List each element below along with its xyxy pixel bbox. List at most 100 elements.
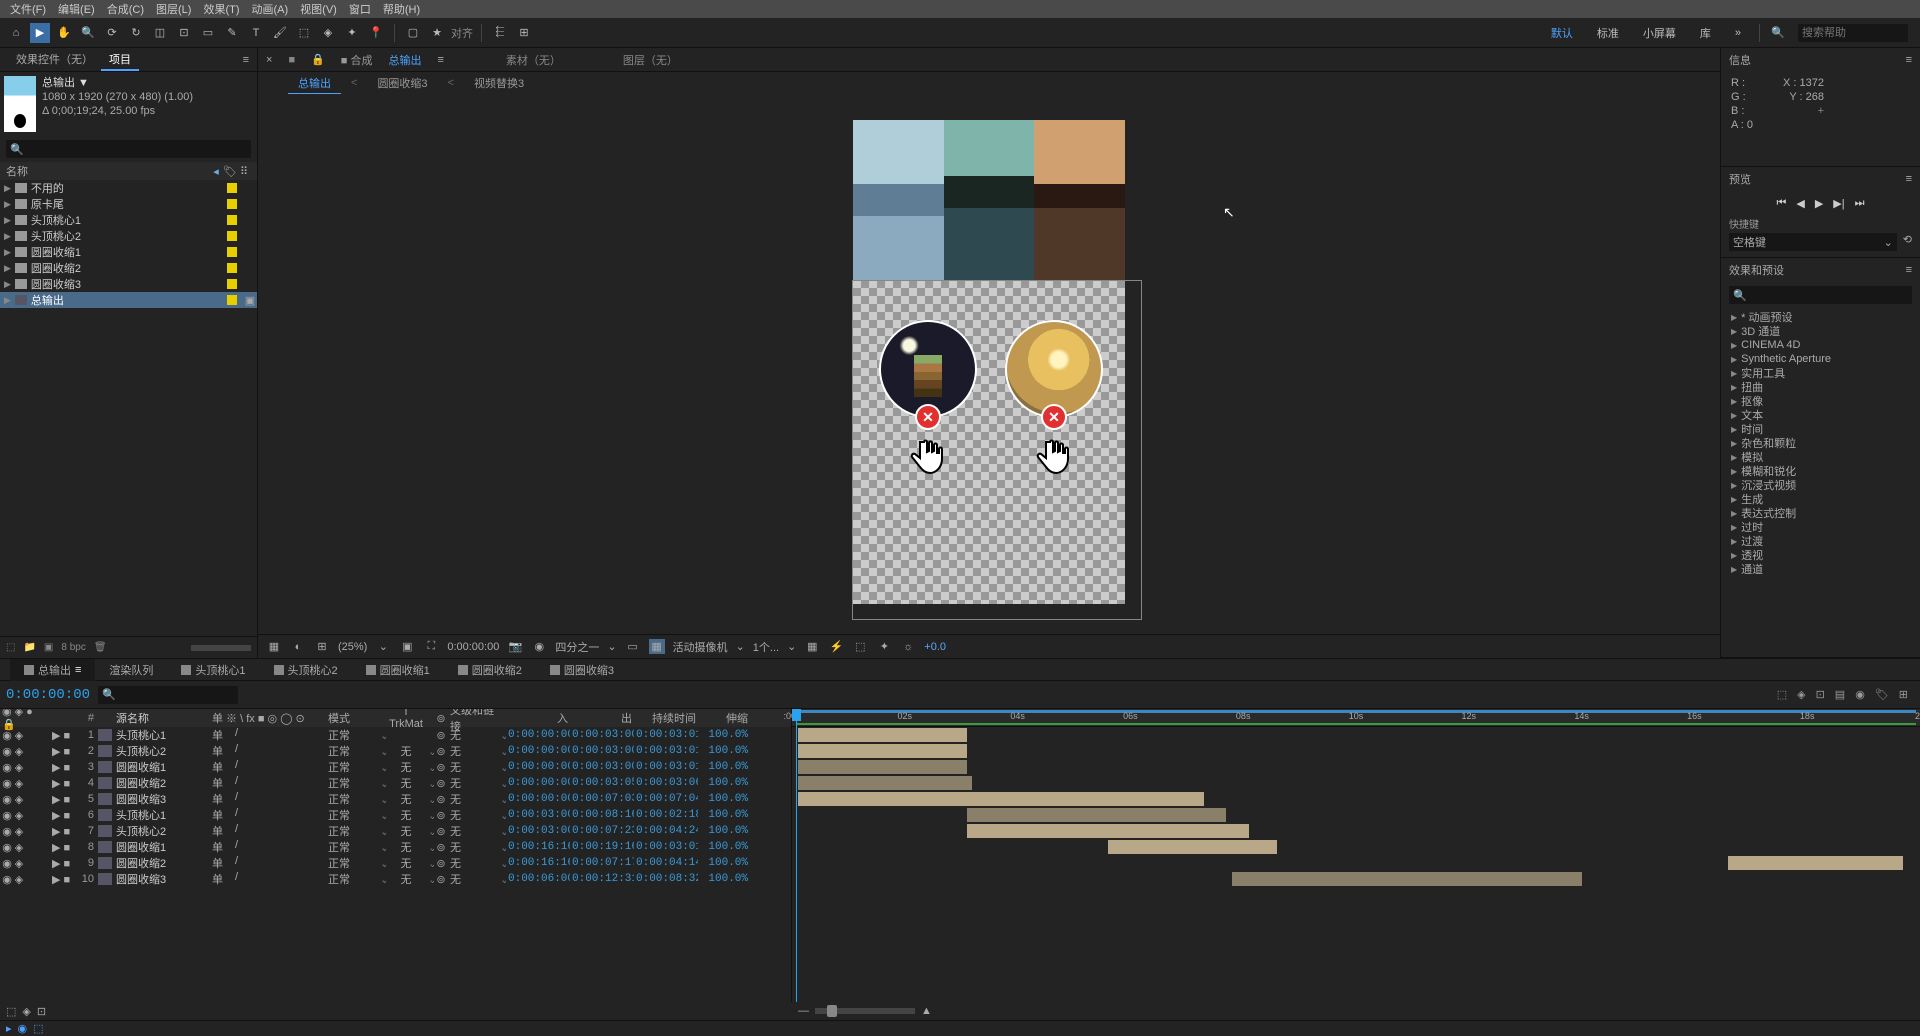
zoom-slider[interactable] [815,1008,915,1014]
prev-frame-icon[interactable]: ◀ [1796,197,1804,210]
timeline-tab[interactable]: 圆圈收缩3 [536,659,628,681]
project-item[interactable]: ▶总输出▣ [0,292,257,308]
toggle-switches-icon[interactable]: ⬚ [6,1005,16,1018]
clone-tool[interactable]: ⬚ [294,23,314,43]
play-icon[interactable]: ▶ [1815,197,1823,210]
pixel-icon[interactable]: ▦ [804,640,820,653]
star-icon[interactable]: ★ [427,23,447,43]
layer-tab[interactable]: 图层（无） [623,52,678,68]
tl-opt-3[interactable]: ⊡ [1816,688,1825,701]
proj-slider[interactable] [191,645,251,651]
next-frame-icon[interactable]: ▶| [1833,197,1844,210]
timeline-search[interactable]: 🔍 [98,686,238,704]
project-search[interactable]: 🔍 [6,140,251,158]
eraser-tool[interactable]: ◈ [318,23,338,43]
new-comp-icon[interactable]: ▣ [44,642,53,653]
panel-menu-icon[interactable]: ≡ [243,54,249,66]
flow-tab-3[interactable]: 视频替换3 [464,73,534,93]
col-tag-icon[interactable]: 🏷 [223,165,237,178]
fx-category[interactable]: ▶杂色和颗粒 [1721,436,1920,450]
orbit-tool[interactable]: ⟳ [102,23,122,43]
timeline-tab[interactable]: 头顶桃心2 [260,659,352,681]
fx-category[interactable]: ▶过渡 [1721,534,1920,548]
workspace-standard[interactable]: 标准 [1587,23,1629,43]
exposure-value[interactable]: +0.0 [924,641,946,653]
timeline-layer[interactable]: ◉◈ ▶ ■ 3 圆圈收缩1 单/ 正常⌄ 无⌄ ⊚ 无⌄ 0:00:00:00… [0,759,791,775]
toggle-modes-icon[interactable]: ◈ [22,1005,30,1018]
zoom-tool[interactable]: 🔍 [78,23,98,43]
grid-icon[interactable]: ⊞ [314,640,330,653]
fast-icon[interactable]: ⚡ [828,640,844,653]
resolution-dd[interactable]: 四分之一 [555,639,599,655]
workspace-more[interactable]: » [1725,25,1751,41]
brush-tool[interactable]: 🖌 [270,23,290,43]
region-icon[interactable]: ▭ [625,640,641,653]
timeline-tab[interactable]: 渲染队列 [95,659,167,681]
tl-opt-2[interactable]: ◈ [1797,688,1805,701]
fx-category[interactable]: ▶扭曲 [1721,380,1920,394]
timeline-clip[interactable] [798,792,1204,806]
menu-view[interactable]: 视图(V) [294,1,343,17]
res-icon[interactable]: ▣ [399,640,415,653]
project-item[interactable]: ▶圆圈收缩1 [0,244,257,260]
timeline-layer[interactable]: ◉◈ ▶ ■ 6 头顶桃心1 单/ 正常⌄ 无⌄ ⊚ 无⌄ 0:00:03:00… [0,807,791,823]
channel-icon[interactable]: ◉ [531,640,547,653]
timeline-layer[interactable]: ◉◈ ▶ ■ 9 圆圈收缩2 单/ 正常⌄ 无⌄ ⊚ 无⌄ 0:00:16:16… [0,855,791,871]
mask-toggle-icon[interactable]: ▦ [266,640,282,653]
timeline-tab[interactable]: 总输出 ≡ [10,659,95,681]
timeline-layer[interactable]: ◉◈ ▶ ■ 4 圆圈收缩2 单/ 正常⌄ 无⌄ ⊚ 无⌄ 0:00:00:00… [0,775,791,791]
active-comp-name[interactable]: 总输出 [389,52,422,68]
timeline-clip[interactable] [798,776,973,790]
timeline-layer[interactable]: ◉◈ ▶ ■ 8 圆圈收缩1 单/ 正常⌄ 无⌄ ⊚ 无⌄ 0:00:16:16… [0,839,791,855]
snap-icon[interactable]: ⬱ [490,23,510,43]
fx-category[interactable]: ▶模拟 [1721,450,1920,464]
selection-tool[interactable]: ▶ [30,23,50,43]
tl-opt-4[interactable]: ▤ [1835,688,1845,701]
fx-category[interactable]: ▶模糊和锐化 [1721,464,1920,478]
menu-file[interactable]: 文件(F) [4,1,52,17]
rect-mask-icon[interactable]: ▢ [403,23,423,43]
project-tab[interactable]: 项目 [101,49,139,71]
toggle-in-out-icon[interactable]: ⊡ [37,1005,46,1018]
fx-category[interactable]: ▶3D 通道 [1721,324,1920,338]
full-icon[interactable]: ⛶ [423,640,439,653]
fx-category[interactable]: ▶Synthetic Aperture [1721,352,1920,366]
timeline-layer[interactable]: ◉◈ ▶ ■ 5 圆圈收缩3 单/ 正常⌄ 无⌄ ⊚ 无⌄ 0:00:00:00… [0,791,791,807]
workspace-small[interactable]: 小屏幕 [1633,23,1686,43]
pan-behind-tool[interactable]: ⊡ [174,23,194,43]
timeline-track-area[interactable]: :00s02s04s06s08s10s12s14s16s18s20 [792,709,1920,1002]
tl-opt-7[interactable]: ⊞ [1899,688,1908,701]
fx-search[interactable]: 🔍 [1729,286,1912,304]
timeline-tab[interactable]: 圆圈收缩1 [352,659,444,681]
timeline-clip[interactable] [798,744,967,758]
menu-effect[interactable]: 效果(T) [197,1,245,17]
zoom-in-icon[interactable]: ▲ [921,1005,932,1017]
fx-category[interactable]: ▶表达式控制 [1721,506,1920,520]
timeline-layer[interactable]: ◉◈ ▶ ■ 2 头顶桃心2 单/ 正常⌄ 无⌄ ⊚ 无⌄ 0:00:00:00… [0,743,791,759]
zoom-value[interactable]: (25%) [338,641,367,653]
status-icon-2[interactable]: ◉ [18,1022,28,1035]
menu-edit[interactable]: 编辑(E) [52,1,101,17]
timeline-clip[interactable] [1728,856,1903,870]
fx-category[interactable]: ▶沉浸式视频 [1721,478,1920,492]
dropdown-icon[interactable]: × [266,54,272,66]
timeline-clip[interactable] [798,728,967,742]
search-icon[interactable]: 🔍 [1768,23,1788,43]
fx-category[interactable]: ▶时间 [1721,422,1920,436]
timeline-layer[interactable]: ◉◈ ▶ ■ 1 头顶桃心1 单/ 正常⌄ ⊚ 无⌄ 0:00:00:00 0:… [0,727,791,743]
col-type-icon[interactable]: ⠿ [237,165,251,178]
hand-tool[interactable]: ✋ [54,23,74,43]
trash-icon[interactable]: 🗑 [94,642,107,653]
fx-category[interactable]: ▶文本 [1721,408,1920,422]
panel-menu-icon[interactable]: ≡ [1906,264,1912,276]
project-item[interactable]: ▶圆圈收缩3 [0,276,257,292]
timeline-tab[interactable]: 圆圈收缩2 [444,659,536,681]
bpc-toggle[interactable]: 8 bpc [61,642,85,653]
comp-menu-icon[interactable]: ≡ [438,54,444,66]
rotate-tool[interactable]: ↻ [126,23,146,43]
menu-anim[interactable]: 动画(A) [246,1,295,17]
panel-menu-icon[interactable]: ≡ [1906,54,1912,66]
reset-icon[interactable]: ⟲ [1903,233,1912,251]
camera-tool[interactable]: ◫ [150,23,170,43]
snap2-icon[interactable]: ⊞ [514,23,534,43]
